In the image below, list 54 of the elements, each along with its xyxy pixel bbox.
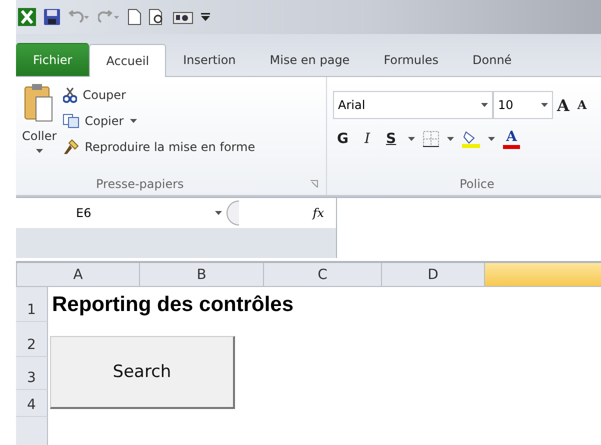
search-button[interactable]: Search (50, 336, 235, 409)
spreadsheet-app-icon[interactable] (18, 8, 36, 26)
font-name-field[interactable]: Arial (333, 91, 493, 119)
row-header[interactable]: 4 (16, 390, 48, 417)
group-label: Police (458, 176, 496, 193)
row-header[interactable]: 1 (16, 287, 48, 322)
dropdown-caret-icon (541, 103, 548, 107)
dropdown-caret-icon (130, 119, 137, 123)
grow-font-button[interactable]: A (553, 94, 574, 116)
borders-icon[interactable] (423, 131, 440, 147)
ribbon-tab[interactable]: Mise en page (252, 43, 367, 76)
row-header[interactable]: 3 (16, 357, 48, 390)
column-header[interactable]: A (17, 263, 140, 287)
formula-bar-handle-icon (226, 200, 240, 226)
dropdown-caret-icon (481, 103, 488, 107)
copy-icon (62, 114, 79, 128)
customize-menu-icon[interactable] (201, 12, 210, 22)
dropdown-caret-icon (215, 211, 222, 215)
column-header[interactable]: C (264, 263, 382, 287)
save-icon[interactable] (44, 9, 60, 25)
font-color-button[interactable]: A (503, 129, 520, 149)
copy-button[interactable]: Copier (62, 109, 137, 133)
ribbon-tab[interactable]: Insertion (166, 43, 253, 76)
ribbon-tab[interactable]: Formules (366, 43, 456, 76)
file-tab[interactable]: Fichier (16, 43, 90, 76)
italic-button[interactable]: I (360, 129, 374, 149)
bold-button[interactable]: G (333, 129, 352, 149)
format-painter-button[interactable]: Reproduire la mise en forme (62, 135, 256, 159)
font-size-field[interactable]: 10 (493, 91, 553, 119)
print-preview-icon[interactable] (149, 9, 165, 25)
row-header[interactable]: 2 (16, 322, 48, 357)
paste-label[interactable]: Coller (22, 129, 57, 143)
dropdown-caret-icon (488, 137, 496, 141)
cut-button[interactable]: Couper (62, 83, 126, 107)
dropdown-caret-icon (408, 137, 416, 141)
ribbon-tab[interactable]: Donné (456, 43, 529, 76)
dropdown-caret-icon (36, 149, 43, 153)
group-label: Presse-papiers (16, 173, 326, 195)
camera-icon[interactable] (173, 10, 193, 24)
ribbon-tab[interactable]: Accueil (89, 44, 166, 77)
shrink-font-button[interactable]: A (573, 96, 591, 114)
dialog-launcher-icon[interactable] (310, 180, 318, 188)
brush-icon (62, 139, 79, 155)
fill-color-icon[interactable] (462, 130, 480, 148)
new-document-icon[interactable] (128, 9, 141, 25)
name-box[interactable]: E6 (16, 206, 226, 220)
column-header[interactable]: B (140, 263, 264, 287)
dropdown-caret-icon (447, 137, 454, 141)
column-header[interactable]: D (382, 263, 485, 287)
scissors-icon (62, 87, 77, 103)
clipboard-icon[interactable] (24, 83, 54, 123)
title-cell-text: Reporting des contrôles (51, 292, 295, 318)
underline-button[interactable]: S (382, 129, 400, 149)
insert-function-button[interactable]: fx (312, 206, 324, 220)
